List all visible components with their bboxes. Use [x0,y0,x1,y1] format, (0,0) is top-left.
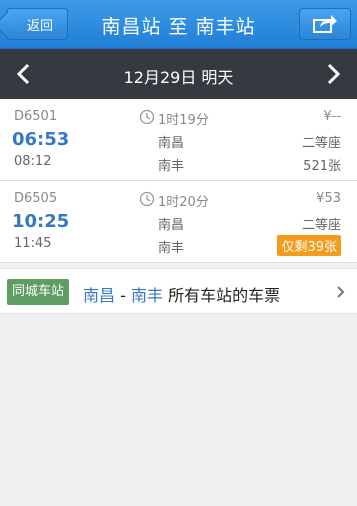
from-station: 南昌 [158,218,185,233]
back-button-label: 返回 [26,18,53,34]
date-bar: 12月29日 明天 [0,49,357,99]
from-station: 南昌 [158,136,185,151]
train-row[interactable]: D6501 06:53 08:12 1时19分 南昌 南丰 ¥-- 二等座 52… [0,99,357,181]
city-separator: - [115,286,131,305]
to-station: 南丰 [158,159,185,174]
back-button[interactable]: 返回 [6,8,68,40]
chevron-right-icon [327,63,341,85]
train-number: D6501 [14,109,58,124]
train-row[interactable]: D6505 10:25 11:45 1时20分 南昌 南丰 ¥53 二等座 仅剩… [0,181,357,263]
city-from: 南昌 [83,286,116,305]
tickets-remaining-badge: 仅剩39张 [277,235,341,256]
chevron-left-icon [16,63,30,85]
date-label: 12月29日 明天 [123,68,234,87]
share-icon [313,15,337,33]
arrive-time: 11:45 [14,236,52,251]
clock-icon [139,191,155,207]
arrive-time: 08:12 [14,154,52,169]
clock-icon [139,109,155,125]
same-city-tag: 同城车站 [7,279,70,305]
page-title: 南昌站 至 南丰站 [101,16,256,38]
train-number: D6505 [14,191,58,206]
city-suffix: 所有车站的车票 [162,286,281,305]
chevron-right-icon [337,286,345,298]
to-station: 南丰 [158,241,185,256]
previous-day-button[interactable] [10,61,36,87]
depart-time: 06:53 [12,129,70,150]
next-day-button[interactable] [321,61,347,87]
same-city-description: 南昌 - 南丰 所有车站的车票 [83,282,280,306]
same-city-stations-link[interactable]: 同城车站 南昌 - 南丰 所有车站的车票 [0,268,357,314]
seat-class: 二等座 [301,136,341,151]
duration: 1时20分 [158,195,209,210]
price: ¥-- [323,109,341,124]
duration: 1时19分 [158,113,209,128]
price: ¥53 [316,191,341,206]
seat-class: 二等座 [301,218,341,233]
city-to: 南丰 [130,286,163,305]
title-bar: 返回 南昌站 至 南丰站 [0,0,357,49]
share-button[interactable] [299,8,351,40]
tickets-remaining: 521张 [303,159,341,174]
depart-time: 10:25 [12,211,70,232]
